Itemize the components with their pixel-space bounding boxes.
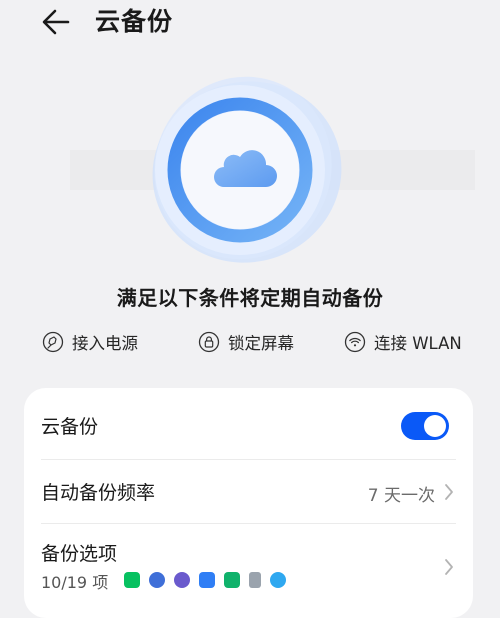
condition-power: 接入电源	[42, 328, 138, 356]
settings-icon	[174, 572, 190, 588]
header-bar: 云备份	[0, 0, 500, 46]
condition-label: 连接 WLAN	[374, 334, 462, 353]
backup-options-count: 10/19 项	[41, 573, 109, 592]
toggle-knob	[424, 415, 446, 437]
music-icon	[149, 572, 165, 588]
cloud-backup-row: 云备份	[24, 388, 473, 464]
wifi-icon	[344, 331, 366, 353]
page-title: 云备份	[95, 7, 174, 36]
power-plug-icon	[42, 331, 64, 353]
cloud-backup-illustration	[0, 60, 500, 280]
backup-app-icons	[124, 572, 295, 588]
chevron-right-icon	[445, 559, 453, 575]
cloud-backup-toggle[interactable]	[401, 412, 449, 440]
back-button[interactable]	[38, 4, 74, 40]
condition-label: 锁定屏幕	[228, 334, 294, 353]
condition-label: 接入电源	[72, 334, 138, 353]
messages-icon	[270, 572, 286, 588]
contacts-icon	[199, 572, 215, 588]
phone-icon	[224, 572, 240, 588]
settings-card: 云备份 自动备份频率 7 天一次 备份选项 10/19 项	[24, 388, 473, 618]
condition-wlan: 连接 WLAN	[344, 328, 462, 356]
backup-frequency-label: 自动备份频率	[41, 482, 156, 504]
lock-icon	[198, 331, 220, 353]
backup-options-label: 备份选项	[41, 543, 118, 565]
chevron-right-icon	[445, 484, 453, 500]
arrow-left-icon	[42, 9, 70, 35]
wechat-icon	[124, 572, 140, 588]
conditions-title: 满足以下条件将定期自动备份	[116, 286, 384, 310]
condition-lock: 锁定屏幕	[198, 328, 294, 356]
trash-icon	[249, 572, 261, 588]
cloud-backup-label: 云备份	[41, 416, 99, 438]
backup-frequency-value: 7 天一次	[367, 486, 435, 506]
